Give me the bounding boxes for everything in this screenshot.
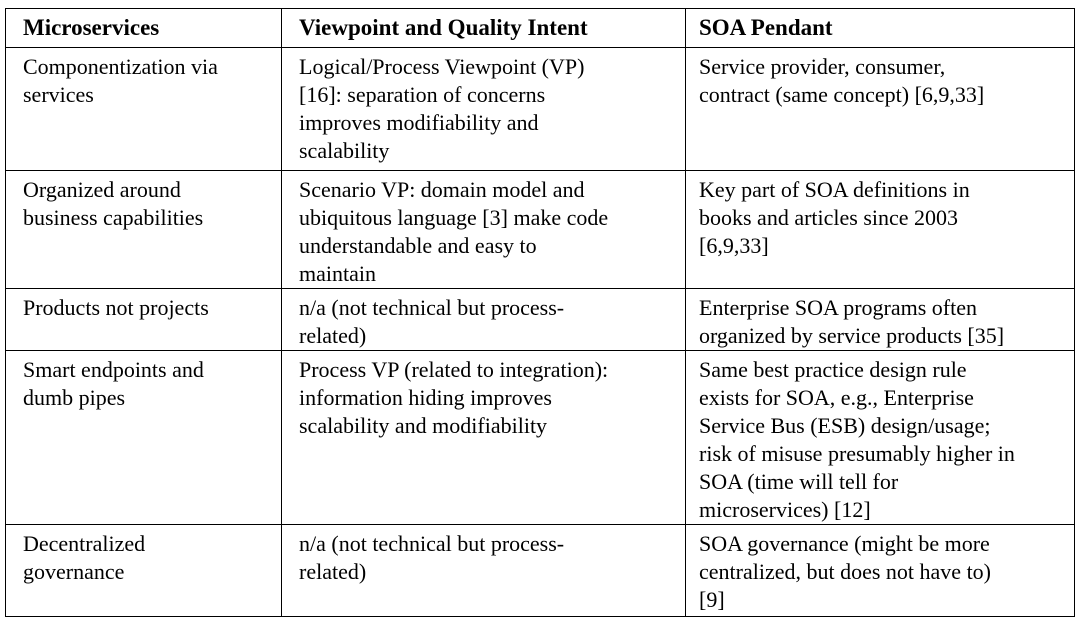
table-row: Componentization via services Logical/Proc…: [5, 47, 1075, 171]
header-row: Microservices Viewpoint and Quality Inte…: [5, 8, 1075, 48]
cell-line: Key part of SOA definitions in: [699, 177, 970, 202]
cell-line: scalability: [299, 138, 390, 163]
cell-line: n/a (not technical but process-: [299, 531, 565, 556]
cell-line: information hiding improves: [299, 385, 552, 410]
cell-line: scalability and modifiability: [299, 413, 548, 438]
cell-line: SOA (time will tell for: [699, 469, 899, 494]
cell-viewpoint: n/a (not technical but process-related): [281, 524, 686, 617]
cell-viewpoint: n/a (not technical but process-related): [281, 288, 686, 351]
cell-line: services: [23, 82, 94, 107]
cell-line: related): [299, 323, 367, 348]
cell-line: dumb pipes: [23, 385, 126, 410]
header-soa-pendant: SOA Pendant: [685, 8, 1075, 48]
table-row: Smart endpoints and dumb pipes Process VP …: [5, 350, 1075, 525]
table-row: Decentralized governance n/a (not technica…: [5, 524, 1075, 617]
table-row: Organized around business capabilities Sce…: [5, 170, 1075, 289]
cell-viewpoint: Process VP (related to integration): info…: [281, 350, 686, 525]
cell-soa-pendant: Same best practice design rule exists for…: [685, 350, 1075, 525]
cell-line: contract (same concept) [6,9,33]: [699, 82, 985, 107]
cell-line: books and articles since 2003: [699, 205, 959, 230]
cell-line: microservices) [12]: [699, 497, 871, 522]
table-row: Products not projects n/a (not technical …: [5, 288, 1075, 351]
cell-line: centralized, but does not have to): [699, 559, 992, 584]
cell-viewpoint: Logical/Process Viewpoint (VP) [16]: sepa…: [281, 47, 686, 171]
cell-microservices: Decentralized governance: [5, 524, 282, 617]
cell-line: understandable and easy to: [299, 233, 537, 258]
cell-line: Scenario VP: domain model and: [299, 177, 585, 202]
header-microservices: Microservices: [5, 8, 282, 48]
cell-line: Service provider, consumer,: [699, 54, 946, 79]
cell-line: Enterprise SOA programs often: [699, 295, 977, 320]
cell-line: organized by service products [35]: [699, 323, 1005, 348]
table-body: Componentization via services Logical/Proc…: [5, 47, 1075, 617]
cell-line: [16]: separation of concerns: [299, 82, 546, 107]
cell-viewpoint: Scenario VP: domain model and ubiquitous …: [281, 170, 686, 289]
cell-soa-pendant: SOA governance (might be more centralized…: [685, 524, 1075, 617]
cell-line: [6,9,33]: [699, 233, 769, 258]
cell-line: risk of misuse presumably higher in: [699, 441, 1015, 466]
cell-line: governance: [23, 559, 125, 584]
cell-line: n/a (not technical but process-: [299, 295, 565, 320]
cell-line: SOA governance (might be more: [699, 531, 990, 556]
cell-line: Decentralized: [23, 531, 146, 556]
cell-line: Smart endpoints and: [23, 357, 204, 382]
cell-line: business capabilities: [23, 205, 204, 230]
cell-line: Service Bus (ESB) design/usage;: [699, 413, 991, 438]
cell-line: Organized around: [23, 177, 181, 202]
cell-microservices: Componentization via services: [5, 47, 282, 171]
cell-soa-pendant: Service provider, consumer, contract (sam…: [685, 47, 1075, 171]
cell-line: maintain: [299, 261, 376, 286]
cell-line: Componentization via: [23, 54, 218, 79]
cell-line: ubiquitous language [3] make code: [299, 205, 609, 230]
cell-microservices: Products not projects: [5, 288, 282, 351]
cell-line: Logical/Process Viewpoint (VP): [299, 54, 585, 79]
cell-soa-pendant: Key part of SOA definitions in books and …: [685, 170, 1075, 289]
comparison-table: Microservices Viewpoint and Quality Inte…: [5, 8, 1075, 617]
cell-line: related): [299, 559, 367, 584]
cell-line: exists for SOA, e.g., Enterprise: [699, 385, 974, 410]
cell-line: Process VP (related to integration):: [299, 357, 609, 382]
cell-microservices: Smart endpoints and dumb pipes: [5, 350, 282, 525]
cell-line: improves modifiability and: [299, 110, 539, 135]
cell-microservices: Organized around business capabilities: [5, 170, 282, 289]
cell-soa-pendant: Enterprise SOA programs often organized b…: [685, 288, 1075, 351]
cell-line: Products not projects: [23, 295, 209, 320]
cell-line: Same best practice design rule: [699, 357, 967, 382]
header-viewpoint: Viewpoint and Quality Intent: [281, 8, 686, 48]
